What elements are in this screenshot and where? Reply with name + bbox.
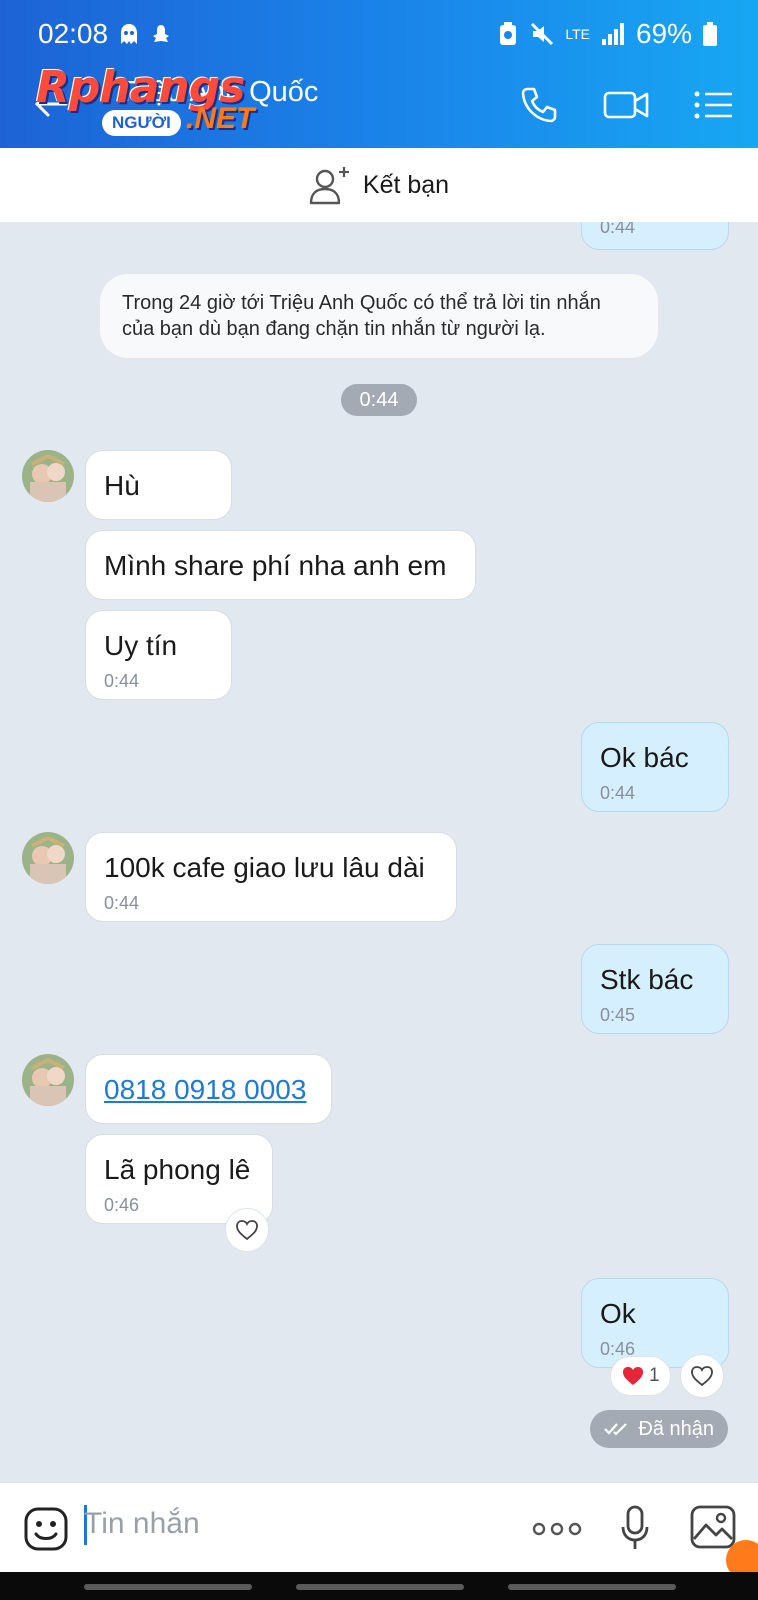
- nav-recent[interactable]: [508, 1584, 676, 1590]
- message-time: 0:45: [600, 1004, 636, 1025]
- heart-outline-icon: [236, 1220, 258, 1241]
- message-bubble-outgoing[interactable]: Ok bác 0:44: [581, 722, 729, 812]
- ghost-icon: [121, 24, 137, 44]
- message-bubble-incoming[interactable]: 100k cafe giao lưu lâu dài 0:44: [85, 832, 457, 922]
- avatar-image: [22, 1054, 74, 1106]
- mute-icon: [531, 22, 554, 46]
- nav-back[interactable]: [84, 1584, 252, 1590]
- message-text: Ok bác: [600, 742, 689, 773]
- delivery-status: Đã nhận: [590, 1410, 728, 1448]
- chat-header: Triệu Anh Quốc Rphangs NGƯỜI .NET: [0, 60, 758, 148]
- avatar[interactable]: [22, 450, 74, 502]
- logo-suffix: .NET: [186, 102, 255, 135]
- notification-icon: [153, 25, 169, 42]
- battery-percent: 69%: [635, 18, 692, 49]
- avatar[interactable]: [22, 1054, 74, 1106]
- phone-number-link[interactable]: 0818 0918 0003: [104, 1074, 306, 1105]
- status-time: 02:08: [38, 18, 109, 49]
- avatar-image: [22, 832, 74, 884]
- double-check-icon: [604, 1423, 628, 1436]
- reaction-count: 1: [649, 1365, 660, 1386]
- message-bubble-outgoing[interactable]: 0:44: [581, 222, 729, 250]
- more-options-icon[interactable]: [532, 1521, 582, 1537]
- network-type: LTE: [565, 26, 590, 42]
- video-call-icon[interactable]: [602, 84, 650, 126]
- logo-pill: NGƯỜI: [102, 110, 181, 136]
- system-nav-bar: [0, 1572, 758, 1600]
- system-notice: Trong 24 giờ tới Triệu Anh Quốc có thể t…: [100, 274, 658, 358]
- message-list[interactable]: 0:44 Trong 24 giờ tới Triệu Anh Quốc có …: [0, 222, 758, 1482]
- add-friend-bar[interactable]: Kết bạn: [0, 148, 758, 222]
- emoji-icon[interactable]: [24, 1507, 68, 1551]
- status-bar: 02:08 LTE 69%: [0, 0, 758, 60]
- reaction-summary[interactable]: 1: [610, 1356, 671, 1396]
- add-friend-label: Kết bạn: [362, 170, 450, 199]
- nav-home[interactable]: [296, 1584, 464, 1590]
- delivery-label: Đã nhận: [638, 1417, 714, 1440]
- react-button[interactable]: [225, 1208, 269, 1252]
- message-time: 0:44: [104, 670, 140, 691]
- heart-outline-icon: [691, 1366, 713, 1387]
- message-bubble-incoming[interactable]: Mình share phí nha anh em: [85, 530, 476, 600]
- message-text: 100k cafe giao lưu lâu dài: [104, 852, 425, 883]
- message-time: 0:44: [600, 222, 636, 237]
- message-text: Stk bác: [600, 964, 694, 995]
- message-time: 0:44: [104, 892, 140, 913]
- message-time: 0:44: [600, 782, 636, 803]
- message-text: Uy tín: [104, 630, 178, 661]
- signal-icon: [601, 23, 624, 45]
- image-icon[interactable]: [690, 1505, 736, 1549]
- message-input-bar: Tin nhắn: [0, 1482, 758, 1572]
- microphone-icon[interactable]: [620, 1505, 650, 1553]
- add-friend-icon: [309, 167, 349, 205]
- message-text: Lã phong lê: [104, 1154, 251, 1185]
- battery-icon: [703, 22, 717, 46]
- time-divider: 0:44: [341, 384, 417, 416]
- react-button[interactable]: [680, 1354, 724, 1398]
- watermark-logo: Rphangs NGƯỜI .NET: [36, 62, 266, 142]
- menu-list-icon[interactable]: [692, 84, 736, 126]
- message-text: Hù: [104, 470, 140, 501]
- data-saver-icon: [500, 22, 517, 45]
- message-text: Ok: [600, 1298, 636, 1329]
- message-input[interactable]: Tin nhắn: [84, 1507, 200, 1541]
- avatar[interactable]: [22, 832, 74, 884]
- message-bubble-incoming[interactable]: 0818 0918 0003: [85, 1054, 332, 1124]
- message-bubble-incoming[interactable]: Hù: [85, 450, 232, 520]
- heart-filled-icon: [623, 1367, 643, 1385]
- phone-icon[interactable]: [518, 84, 560, 126]
- message-bubble-incoming[interactable]: Uy tín 0:44: [85, 610, 232, 700]
- avatar-image: [22, 450, 74, 502]
- message-text: Mình share phí nha anh em: [104, 550, 447, 581]
- message-bubble-outgoing[interactable]: Stk bác 0:45: [581, 944, 729, 1034]
